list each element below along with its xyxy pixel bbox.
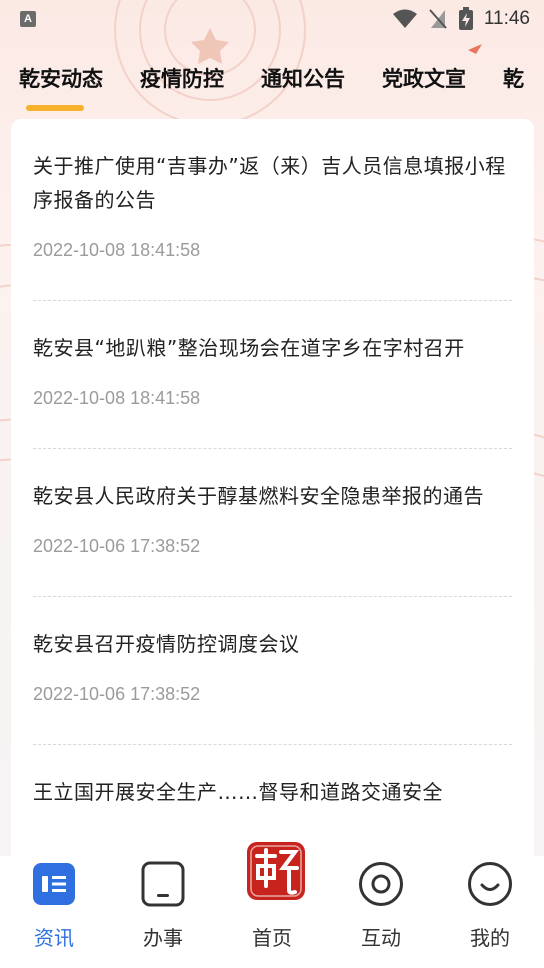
smile-icon (468, 862, 512, 906)
battery-charging-icon (458, 7, 473, 30)
nav-label-news: 资讯 (34, 926, 74, 950)
nav-item-news[interactable]: 资讯 (4, 860, 104, 951)
status-bar: A 11:46 (0, 0, 544, 38)
tab-more[interactable]: 乾 (484, 58, 542, 100)
nav-label-services: 办事 (143, 926, 183, 950)
news-timestamp: 2022-10-06 17:38:52 (33, 536, 201, 556)
list-item[interactable]: 乾安县召开疫情防控调度会议 2022-10-06 17:38:52 (33, 597, 512, 745)
bottom-nav: 资讯 办事 首页 互动 我的 (0, 836, 544, 968)
nav-item-mine[interactable]: 我的 (440, 860, 540, 951)
news-title: 乾安县人民政府关于醇基燃料安全隐患举报的通告 (33, 484, 484, 508)
no-signal-icon (429, 9, 447, 29)
list-item[interactable]: 乾安县“地趴粮”整治现场会在道字乡在字村召开 2022-10-08 18:41:… (33, 301, 512, 449)
wifi-icon (392, 9, 417, 28)
news-list: 关于推广使用“吉事办”返（来）吉人员信息填报小程序报备的公告 2022-10-0… (11, 119, 534, 879)
news-icon (33, 863, 75, 905)
list-item[interactable]: 乾安县人民政府关于醇基燃料安全隐患举报的通告 2022-10-06 17:38:… (33, 449, 512, 597)
category-tabs: 乾安动态 疫情防控 通知公告 党政文宣 乾 (0, 58, 544, 114)
news-timestamp: 2022-10-08 18:41:58 (33, 240, 201, 260)
news-timestamp: 2022-10-08 18:41:58 (33, 388, 201, 408)
nav-label-mine: 我的 (470, 926, 510, 950)
news-title: 关于推广使用“吉事办”返（来）吉人员信息填报小程序报备的公告 (33, 154, 506, 212)
list-item[interactable]: 关于推广使用“吉事办”返（来）吉人员信息填报小程序报备的公告 2022-10-0… (33, 119, 512, 301)
nav-label-interact: 互动 (361, 926, 401, 950)
tab-epidemic-control[interactable]: 疫情防控 (121, 58, 242, 100)
notification-a-icon: A (20, 11, 36, 27)
tab-qianan-news[interactable]: 乾安动态 (0, 58, 121, 111)
tab-party-publicity[interactable]: 党政文宣 (363, 58, 484, 100)
news-title: 乾安县召开疫情防控调度会议 (33, 632, 300, 656)
tablet-icon (141, 861, 185, 907)
target-icon (359, 862, 403, 906)
status-time: 11:46 (483, 8, 530, 29)
news-title: 王立国开展安全生产……督导和道路交通安全 (33, 780, 443, 804)
nav-item-services[interactable]: 办事 (113, 860, 213, 951)
nav-label-home: 首页 (252, 926, 292, 950)
news-title: 乾安县“地趴粮”整治现场会在道字乡在字村召开 (33, 336, 465, 360)
seal-logo-icon[interactable] (245, 840, 307, 902)
list-item[interactable]: 王立国开展安全生产……督导和道路交通安全 (33, 745, 512, 809)
nav-item-interact[interactable]: 互动 (331, 860, 431, 951)
news-timestamp: 2022-10-06 17:38:52 (33, 684, 201, 704)
tab-notices[interactable]: 通知公告 (242, 58, 363, 100)
